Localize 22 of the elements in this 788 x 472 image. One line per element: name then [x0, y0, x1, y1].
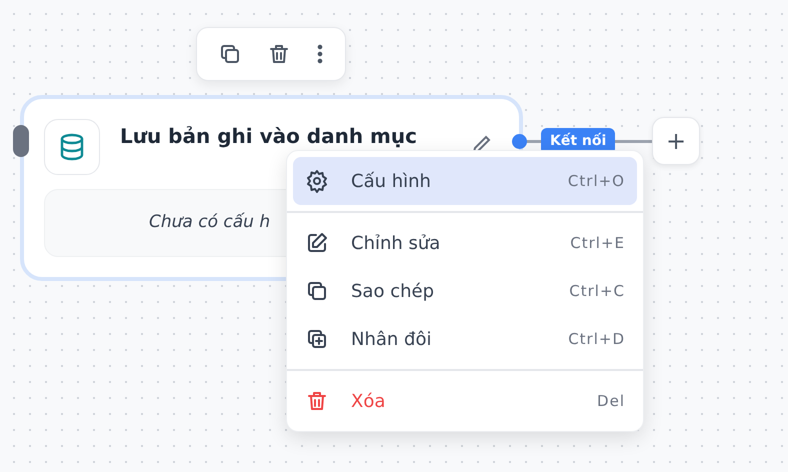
menu-item[interactable]: Sao chép Ctrl+C [293, 267, 637, 315]
menu-item[interactable]: Nhân đôi Ctrl+D [293, 315, 637, 363]
edit-icon [305, 231, 329, 255]
node-title: Lưu bản ghi vào danh mục [120, 124, 417, 148]
database-icon [59, 133, 85, 161]
menu-item[interactable]: Cấu hình Ctrl+O [293, 157, 637, 205]
empty-config-text: Chưa có cấu h [149, 211, 270, 234]
duplicate-icon [305, 327, 329, 351]
menu-item[interactable]: Chỉnh sửa Ctrl+E [293, 219, 637, 267]
settings-icon [305, 169, 329, 193]
shortcut-text: Ctrl+O [568, 170, 625, 192]
menu-item[interactable]: Xóa Del [293, 377, 637, 425]
node-handle[interactable] [13, 125, 29, 157]
trash-icon [305, 389, 329, 413]
more-icon [316, 43, 324, 65]
output-port[interactable] [512, 134, 527, 149]
shortcut-text: Ctrl+D [568, 328, 625, 350]
shortcut-text: Del [597, 390, 625, 412]
add-node-button[interactable]: + [652, 117, 700, 165]
copy-icon [305, 279, 329, 303]
shortcut-text: Ctrl+E [570, 232, 625, 254]
shortcut-text: Ctrl+C [569, 280, 625, 302]
